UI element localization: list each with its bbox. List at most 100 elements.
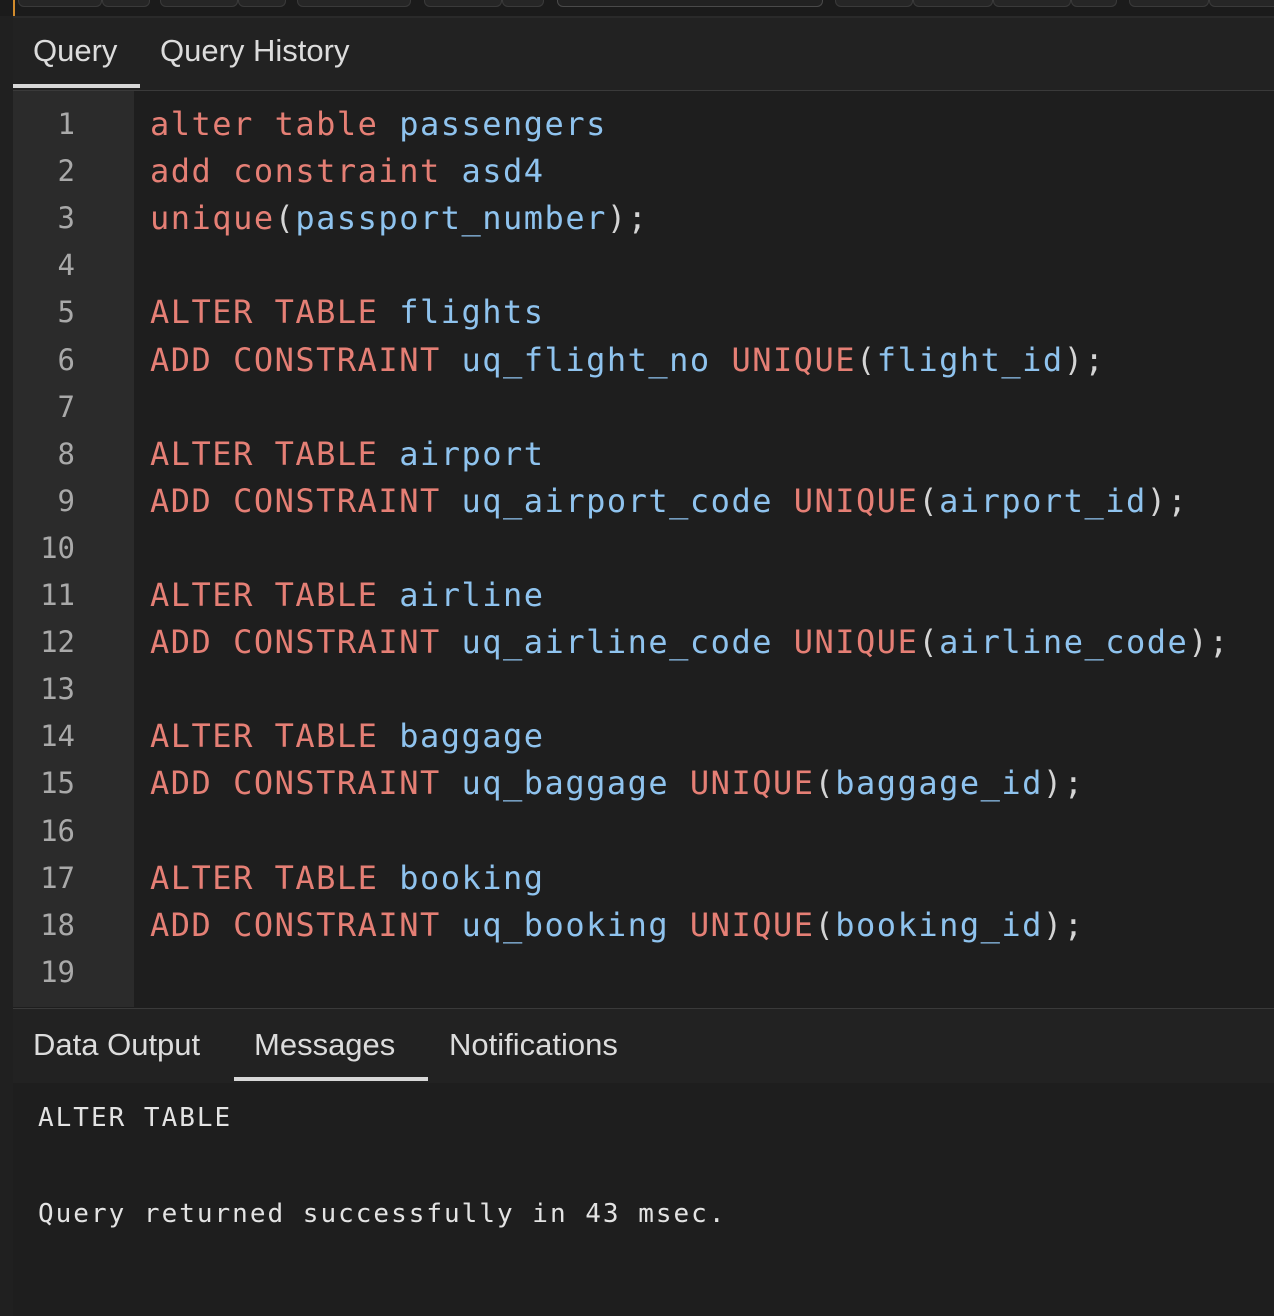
- sql-punctuation: );: [1063, 340, 1106, 379]
- sql-keyword: ADD: [150, 764, 213, 803]
- sql-keyword: TABLE: [274, 434, 379, 473]
- sql-punctuation: [378, 293, 399, 331]
- message-result: Query returned successfully in 43 msec.: [38, 1199, 727, 1229]
- sql-punctuation: [212, 482, 233, 520]
- sql-punctuation: [773, 623, 794, 661]
- sql-punctuation: [254, 435, 275, 473]
- toolbar-button[interactable]: [1129, 0, 1209, 7]
- sql-keyword: TABLE: [274, 576, 379, 614]
- sql-punctuation: );: [1188, 623, 1230, 662]
- toolbar-button[interactable]: [502, 0, 544, 7]
- code-line[interactable]: ADD CONSTRAINT uq_baggage UNIQUE(baggage…: [150, 764, 1084, 802]
- code-line[interactable]: ALTER TABLE baggage: [150, 717, 545, 755]
- code-line[interactable]: ADD CONSTRAINT uq_airport_code UNIQUE(ai…: [150, 482, 1188, 520]
- tab-query[interactable]: Query: [13, 18, 140, 88]
- line-number: 5: [57, 295, 75, 330]
- sql-punctuation: [441, 152, 462, 190]
- sql-keyword: ALTER: [150, 576, 254, 614]
- line-number: 2: [57, 154, 75, 189]
- line-number: 1: [57, 107, 75, 141]
- sql-keyword: ADD: [150, 623, 213, 662]
- sql-keyword: CONSTRAINT: [233, 623, 441, 662]
- sql-punctuation: );: [606, 199, 649, 238]
- sql-keyword: UNIQUE: [689, 764, 815, 803]
- sql-keyword: CONSTRAINT: [233, 340, 441, 379]
- sql-identifier: uq_flight_no: [461, 340, 711, 379]
- toolbar-button[interactable]: [102, 0, 150, 7]
- sql-keyword: CONSTRAINT: [233, 764, 441, 803]
- sql-keyword: CONSTRAINT: [233, 481, 441, 520]
- sql-punctuation: [378, 859, 399, 897]
- sql-editor[interactable]: 1 2 3 4 5 6 7 8 9 10 11 12 13 14 15 16 17 18 19 alter tabl…: [13, 91, 1274, 1007]
- sql-punctuation: [212, 623, 233, 661]
- sql-punctuation: (: [856, 340, 877, 379]
- toolbar-button[interactable]: [993, 0, 1071, 7]
- sql-punctuation: [441, 341, 462, 379]
- sql-punctuation: (: [274, 199, 296, 238]
- sql-identifier: uq_airline_code: [461, 623, 773, 662]
- sql-keyword: constraint: [233, 152, 441, 191]
- sql-keyword: UNIQUE: [793, 481, 919, 520]
- sql-identifier: baggage_id: [835, 764, 1043, 803]
- tab-notifications[interactable]: Notifications: [429, 1009, 638, 1081]
- code-line[interactable]: unique(passport_number);: [150, 199, 648, 237]
- sql-punctuation: [212, 152, 233, 190]
- sql-punctuation: );: [1042, 905, 1085, 944]
- toolbar-edge: [13, 0, 15, 16]
- line-number: 9: [57, 483, 75, 518]
- tab-messages[interactable]: Messages: [234, 1009, 428, 1081]
- sql-punctuation: (: [918, 481, 940, 520]
- toolbar-button[interactable]: [835, 0, 913, 7]
- toolbar-dropdown[interactable]: [557, 0, 823, 7]
- line-number: 16: [40, 813, 75, 848]
- code-line[interactable]: ALTER TABLE airline: [150, 576, 545, 614]
- code-line[interactable]: add constraint asd4: [150, 152, 545, 190]
- toolbar-button[interactable]: [238, 0, 286, 7]
- sql-keyword: ALTER: [150, 434, 254, 473]
- sql-punctuation: (: [814, 905, 836, 944]
- sql-keyword: TABLE: [274, 293, 379, 332]
- sql-punctuation: [254, 105, 275, 143]
- line-number: 14: [40, 719, 75, 754]
- sql-punctuation: [212, 764, 233, 802]
- sql-identifier: airport_id: [939, 481, 1147, 520]
- sql-identifier: baggage: [399, 717, 545, 756]
- toolbar-button[interactable]: [18, 0, 102, 7]
- toolbar-button[interactable]: [424, 0, 502, 7]
- tab-data-output[interactable]: Data Output: [13, 1009, 220, 1081]
- sql-identifier: asd4: [461, 152, 545, 191]
- toolbar-button[interactable]: [297, 0, 411, 7]
- sql-identifier: passengers: [399, 105, 607, 143]
- query-tab-bar: Query Query History: [13, 18, 1274, 91]
- line-number: 8: [57, 436, 75, 471]
- line-number: 12: [40, 625, 75, 660]
- messages-panel: ALTER TABLE Query returned successfully …: [13, 1083, 1274, 1316]
- sql-keyword: UNIQUE: [731, 340, 857, 379]
- left-rail: [0, 16, 13, 1316]
- code-line[interactable]: ADD CONSTRAINT uq_airline_code UNIQUE(ai…: [150, 623, 1230, 661]
- sql-punctuation: [669, 764, 690, 802]
- sql-identifier: airline: [399, 576, 545, 614]
- toolbar-button[interactable]: [913, 0, 993, 7]
- sql-punctuation: [254, 717, 275, 755]
- sql-keyword: add: [150, 152, 213, 191]
- toolbar-button[interactable]: [1071, 0, 1117, 7]
- code-line[interactable]: ALTER TABLE airport: [150, 435, 545, 473]
- code-line[interactable]: ADD CONSTRAINT uq_flight_no UNIQUE(fligh…: [150, 341, 1105, 379]
- code-line[interactable]: ALTER TABLE booking: [150, 859, 545, 897]
- sql-keyword: ALTER: [150, 717, 254, 756]
- sql-punctuation: [669, 906, 690, 944]
- sql-punctuation: (: [814, 764, 836, 803]
- sql-keyword: TABLE: [274, 858, 379, 897]
- line-number: 18: [40, 907, 75, 942]
- code-line[interactable]: alter table passengers: [150, 105, 607, 143]
- sql-punctuation: );: [1146, 481, 1189, 520]
- sql-keyword: ADD: [150, 340, 213, 379]
- tab-query-history[interactable]: Query History: [140, 18, 369, 88]
- toolbar-button[interactable]: [160, 0, 238, 7]
- sql-keyword: alter: [150, 105, 254, 143]
- code-line[interactable]: ADD CONSTRAINT uq_booking UNIQUE(booking…: [150, 906, 1084, 944]
- code-line[interactable]: ALTER TABLE flights: [150, 293, 545, 331]
- line-number: 15: [40, 766, 75, 801]
- toolbar-button[interactable]: [1209, 0, 1274, 7]
